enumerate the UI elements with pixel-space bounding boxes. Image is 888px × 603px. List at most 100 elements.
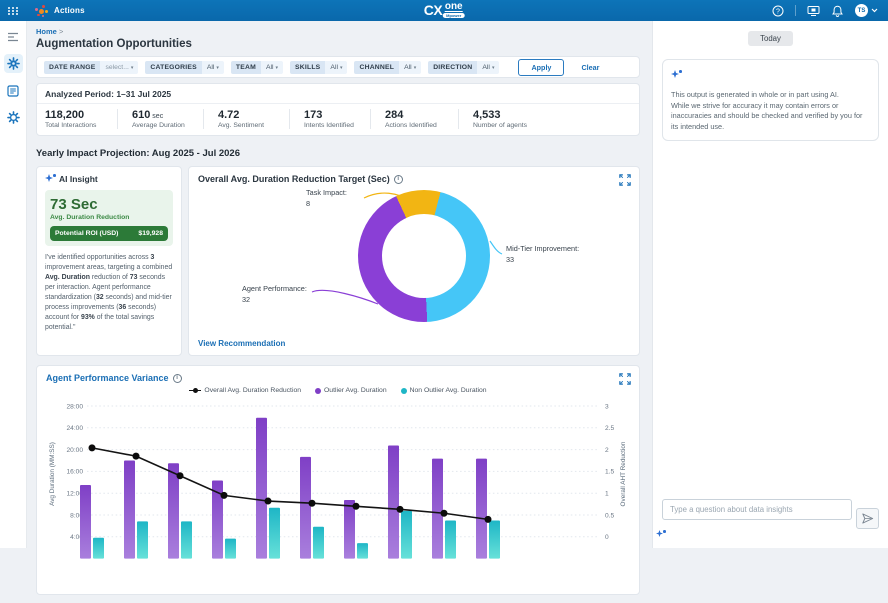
svg-text:Overall AHT Reduction: Overall AHT Reduction: [620, 441, 627, 506]
donut-label-mid-tier-improvement: Mid-Tier Improvement:33: [506, 244, 579, 266]
svg-text:2.5: 2.5: [605, 425, 614, 432]
filter-value[interactable]: All▾: [325, 61, 347, 74]
info-icon[interactable]: i: [173, 374, 182, 383]
filter-value[interactable]: All▾: [477, 61, 499, 74]
chart-legend: Overall Avg. Duration Reduction Outlier A…: [46, 387, 630, 394]
view-recommendation-link[interactable]: View Recommendation: [198, 339, 285, 348]
ai-sparkle-icon: [45, 174, 55, 184]
avatar: TS: [855, 4, 868, 17]
metric-label: Avg. Sentiment: [218, 122, 289, 129]
ai-insight-body: I've identified opportunities across 3 i…: [45, 253, 173, 333]
legend-non-outlier-avg-duration[interactable]: Non Outlier Avg. Duration: [401, 387, 487, 394]
filter-label: CATEGORIES: [145, 61, 201, 74]
dot-marker-icon: [315, 388, 321, 394]
metric-avg.-sentiment: 4.72Avg. Sentiment: [203, 109, 289, 129]
metric-value: 284: [385, 109, 458, 121]
filter-skills[interactable]: SKILLSAll▾: [290, 61, 347, 74]
filter-label: TEAM: [231, 61, 261, 74]
grid-icon: [8, 7, 19, 15]
filter-value[interactable]: All▾: [399, 61, 421, 74]
agent-console-icon[interactable]: [807, 4, 820, 17]
filter-date-range[interactable]: DATE RANGEselect...▾: [44, 61, 138, 74]
info-icon[interactable]: i: [394, 175, 403, 184]
svg-text:2: 2: [605, 447, 609, 454]
metric-value: 118,200: [45, 109, 117, 121]
variance-chart[interactable]: 28:00324:002.520:00216:001.512:0018:000.…: [46, 396, 630, 603]
svg-text:28:00: 28:00: [66, 403, 83, 410]
topbar-divider: [795, 5, 796, 16]
filter-value[interactable]: All▾: [261, 61, 283, 74]
metric-label: Actions Identified: [385, 122, 458, 129]
page-title: Augmentation Opportunities: [36, 38, 652, 50]
notifications-bell-icon[interactable]: [831, 4, 844, 17]
chevron-down-icon: ▾: [216, 65, 219, 71]
metrics-row: 118,200Total Interactions610 secAverage …: [37, 104, 639, 135]
disclaimer-line-1: This output is generated in whole or in …: [671, 90, 870, 101]
legend-outlier-avg-duration[interactable]: Outlier Avg. Duration: [315, 387, 387, 394]
send-button[interactable]: [856, 508, 879, 529]
metric-label: Total Interactions: [45, 122, 117, 129]
section-title: Yearly Impact Projection: Aug 2025 - Jul…: [36, 148, 652, 159]
duration-reduction-label: Avg. Duration Reduction: [50, 214, 168, 221]
metric-value: 4.72: [218, 109, 289, 121]
help-icon[interactable]: ?: [771, 4, 784, 17]
metric-label: Intents Identified: [304, 122, 370, 129]
legend-overall-avg-duration-reduction[interactable]: Overall Avg. Duration Reduction: [189, 387, 301, 394]
ai-insight-card: AI Insight 73 Sec Avg. Duration Reductio…: [36, 166, 182, 356]
chat-question-input[interactable]: [662, 499, 852, 520]
svg-text:1: 1: [605, 491, 609, 498]
disclaimer-line-2: While we strive for accuracy it may cont…: [671, 101, 870, 133]
metric-value: 173: [304, 109, 370, 121]
filter-chips: DATE RANGEselect...▾CATEGORIESAll▾TEAMAl…: [44, 61, 499, 74]
variance-card-title: Agent Performance Variance: [46, 373, 169, 383]
filter-channel[interactable]: CHANNELAll▾: [354, 61, 421, 74]
apply-button[interactable]: Apply: [518, 59, 564, 76]
chevron-down-icon: ▾: [492, 65, 495, 71]
donut-label-task-impact: Task Impact:8: [306, 188, 347, 210]
analyzed-period-title: Analyzed Period: 1–31 Jul 2025: [37, 84, 639, 104]
filter-categories[interactable]: CATEGORIESAll▾: [145, 61, 224, 74]
chevron-down-icon: ▾: [276, 65, 279, 71]
main-content: Home > Augmentation Opportunities DATE R…: [27, 21, 652, 548]
ai-disclaimer-card: This output is generated in whole or in …: [662, 59, 879, 141]
dot-marker-icon: [401, 388, 407, 394]
donut-chart-area: Task Impact:8 Mid-Tier Improvement:33 Agen…: [198, 186, 630, 334]
cxone-logo: CX one Mpower: [424, 2, 465, 18]
filter-label: DIRECTION: [428, 61, 477, 74]
nav-report-icon[interactable]: [4, 81, 23, 100]
duration-target-card: Overall Avg. Duration Reduction Target (…: [188, 166, 640, 356]
today-badge: Today: [748, 31, 793, 46]
actions-product-icon: [33, 4, 49, 18]
line-marker-icon: [189, 387, 201, 394]
expand-icon[interactable]: [619, 373, 631, 385]
nav-settings-gear-icon[interactable]: [4, 108, 23, 127]
expand-icon[interactable]: [619, 174, 631, 186]
filter-value[interactable]: All▾: [202, 61, 224, 74]
filter-team[interactable]: TEAMAll▾: [231, 61, 283, 74]
roi-pill: Potential ROI (USD) $19,928: [50, 226, 168, 241]
nav-menu-icon[interactable]: [4, 27, 23, 46]
filter-label: DATE RANGE: [44, 61, 100, 74]
filter-label: CHANNEL: [354, 61, 399, 74]
top-bar: Actions CX one Mpower ? TS: [0, 0, 888, 21]
nav-automation-icon[interactable]: [4, 54, 23, 73]
app-launcher-button[interactable]: [0, 7, 27, 15]
donut-chart[interactable]: [358, 190, 490, 322]
clear-button[interactable]: Clear: [581, 63, 599, 72]
user-menu[interactable]: TS: [855, 4, 878, 17]
logo-one-text: one: [445, 2, 463, 12]
svg-text:Avg Duration (MM:SS): Avg Duration (MM:SS): [49, 442, 56, 506]
roi-value: $19,928: [138, 230, 163, 237]
left-nav-rail: [0, 21, 27, 548]
app-title: Actions: [54, 6, 85, 15]
send-plane-icon: [861, 513, 874, 524]
filter-value[interactable]: select...▾: [100, 61, 138, 74]
metric-label: Average Duration: [132, 122, 203, 129]
donut-label-agent-performance: Agent Performance:32: [242, 284, 307, 306]
svg-text:0.5: 0.5: [605, 512, 614, 519]
breadcrumb-home-link[interactable]: Home: [36, 27, 57, 36]
breadcrumb: Home >: [36, 27, 652, 36]
duration-reduction-value: 73 Sec: [50, 196, 168, 213]
filter-direction[interactable]: DIRECTIONAll▾: [428, 61, 499, 74]
metric-value: 4,533: [473, 109, 608, 121]
